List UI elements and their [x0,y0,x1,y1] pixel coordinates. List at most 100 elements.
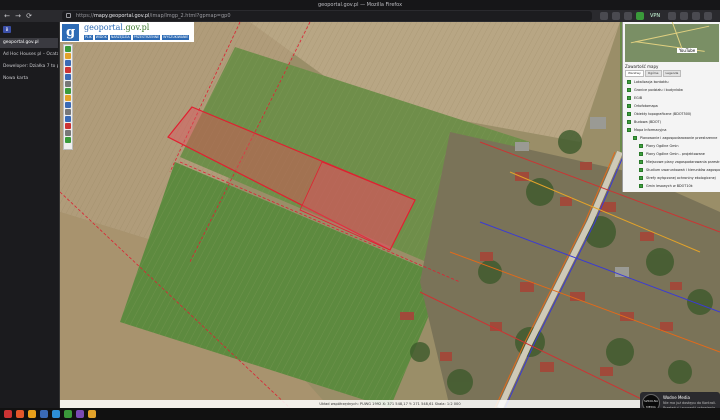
layer-item[interactable]: EGiB [625,94,719,102]
layer-item[interactable]: Plany Ogólne Gmin [625,142,719,150]
map-viewport[interactable] [60,22,720,408]
menu-item-plik[interactable]: PLIK [84,35,93,40]
extension-icon[interactable] [624,12,632,20]
layer-checkbox[interactable] [627,96,631,100]
layer-checkbox[interactable] [639,184,643,188]
layer-checkbox[interactable] [639,160,643,164]
url-bar[interactable]: https://mapy.geoportal.gov.pl/imap/Imgp_… [62,11,592,21]
tab-ogolne[interactable]: Ogólne [644,70,662,77]
taskbar-app-icon[interactable] [4,410,12,418]
vpn-label[interactable]: VPN [650,10,660,22]
layer-checkbox[interactable] [633,136,637,140]
map-tool-icon[interactable] [65,109,71,115]
geoportal-logo[interactable]: g [62,24,79,41]
taskbar-app-icon[interactable] [64,410,72,418]
layer-item[interactable]: Ortofotomapa [625,102,719,110]
menu-item-wyszukiwanie[interactable]: WYSZUKIWANIE [162,35,190,40]
map-tool-icon[interactable] [65,81,71,87]
menu-item-widok[interactable]: WIDOK [94,35,108,40]
map-tool-icon[interactable] [65,60,71,66]
layer-item[interactable]: Obiekty topograficzne (BDOT500) [625,110,719,118]
layer-checkbox[interactable] [627,128,631,132]
layer-label: Obiekty topograficzne (BDOT500) [634,112,692,116]
layer-checkbox[interactable] [639,176,643,180]
panel-heading: Zawartość mapy [625,64,659,69]
layer-label: Granice podziału i budynków [634,88,683,92]
reload-button[interactable]: ⟳ [24,11,34,21]
taskbar-app-icon[interactable] [28,410,36,418]
map-tool-icon[interactable] [65,67,71,73]
extension-icon[interactable] [600,12,608,20]
shield-icon[interactable] [636,12,644,20]
badge-top: SZKOLNA [643,399,659,403]
browser-navbar: ← → ⟳ https://mapy.geoportal.gov.pl/imap… [0,10,720,22]
layer-item[interactable]: Lokalizacja kontaktu [625,78,719,86]
title-main: geoportal [84,23,123,32]
map-tool-icon[interactable] [65,137,71,143]
download-icon[interactable] [668,12,676,20]
map-tool-icon[interactable] [65,46,71,52]
layer-checkbox[interactable] [627,88,631,92]
map-tool-icon[interactable] [65,123,71,129]
layer-checkbox[interactable] [627,80,631,84]
extension-icon[interactable] [612,12,620,20]
layer-label: Studium uwarunkowań i kierunków zagospod… [646,168,720,172]
back-button[interactable]: ← [2,11,12,21]
layer-item[interactable]: Strefy wyłączonej ochroniny ekologicznej [625,174,719,182]
layer-item[interactable]: Mapa Informacyjna [625,126,719,134]
layer-checkbox[interactable] [627,112,631,116]
title-domain: .gov.pl [122,23,150,32]
tab-sidebar: B geoportal.gov.pl Ad Hoc Houses pl – Oc… [0,22,60,408]
taskbar-app-icon[interactable] [88,410,96,418]
taskbar-app-icon[interactable] [40,410,48,418]
layer-checkbox[interactable] [627,104,631,108]
layer-checkbox[interactable] [627,120,631,124]
forward-button[interactable]: → [13,11,23,21]
tab-warstwy[interactable]: Warstwy [625,70,644,77]
geoportal-header: g geoportal.gov.pl PLIK WIDOK NARZĘDZIA … [60,22,194,42]
layer-item[interactable]: Granice podziału i budynków [625,86,719,94]
youtube-label[interactable]: YouTube [677,48,698,53]
map-tool-icon[interactable] [65,74,71,80]
layer-checkbox[interactable] [639,152,643,156]
tab-legenda[interactable]: Legenda [662,70,682,77]
tab-item[interactable]: geoportal.gov.pl [0,38,58,48]
layer-item[interactable]: Plansze mapowe [625,190,719,192]
taskbar-app-icon[interactable] [52,410,60,418]
url-path: /imap/Imgp_2.html?gpmap=gp0 [149,13,231,19]
url-prefix: https:// [76,13,94,19]
map-tool-icon[interactable] [65,88,71,94]
account-icon[interactable] [692,12,700,20]
menu-item-narzedzia[interactable]: NARZĘDZIA [109,35,131,40]
map-tool-icon[interactable] [65,53,71,59]
map-toolbar [63,44,73,150]
library-icon[interactable] [680,12,688,20]
map-tool-icon[interactable] [65,130,71,136]
taskbar-app-icon[interactable] [76,410,84,418]
status-bar: Układ współrzędnych: PUWG 1992 X: 371 54… [60,400,720,408]
menu-item-przestrzenne[interactable]: PRZESTRZENNE [132,35,161,40]
layer-item[interactable]: Plany Ogólne Gmin - projektowane [625,150,719,158]
layer-item[interactable]: Budowa (BDOT) [625,118,719,126]
layer-label: Plany Ogólne Gmin [646,144,679,148]
layer-label: Ortofotomapa [634,104,658,108]
aerial-map[interactable] [60,22,720,408]
overview-map[interactable]: YouTube [625,22,719,62]
layers-panel: YouTube Zawartość mapy Warstwy Ogólne Le… [622,22,720,192]
layer-label: Mapa Informacyjna [634,128,667,132]
layer-checkbox[interactable] [639,168,643,172]
sidebar-badge[interactable]: B [3,26,11,33]
layer-item[interactable]: Miejscowe plany zagospodarowania przestr… [625,158,720,166]
layer-checkbox[interactable] [639,144,643,148]
taskbar-app-icon[interactable] [16,410,24,418]
map-tool-icon[interactable] [65,95,71,101]
map-tool-icon[interactable] [65,116,71,122]
layer-item[interactable]: Studium uwarunkowań i kierunków zagospod… [625,166,720,174]
tab-item[interactable]: Deweloper: Działka 7 to pod zabudo [0,62,58,72]
layer-item[interactable]: Planowanie i zagospodarowanie przestrzen… [625,134,719,142]
menu-icon[interactable] [704,12,712,20]
tab-item[interactable]: Ad Hoc Houses pl – Ocatanonni Serwis [0,50,58,60]
map-tool-icon[interactable] [65,102,71,108]
layer-item[interactable]: Gmin lesowych w BDOT10k [625,182,719,190]
tab-item[interactable]: Nowa karta [0,74,58,84]
